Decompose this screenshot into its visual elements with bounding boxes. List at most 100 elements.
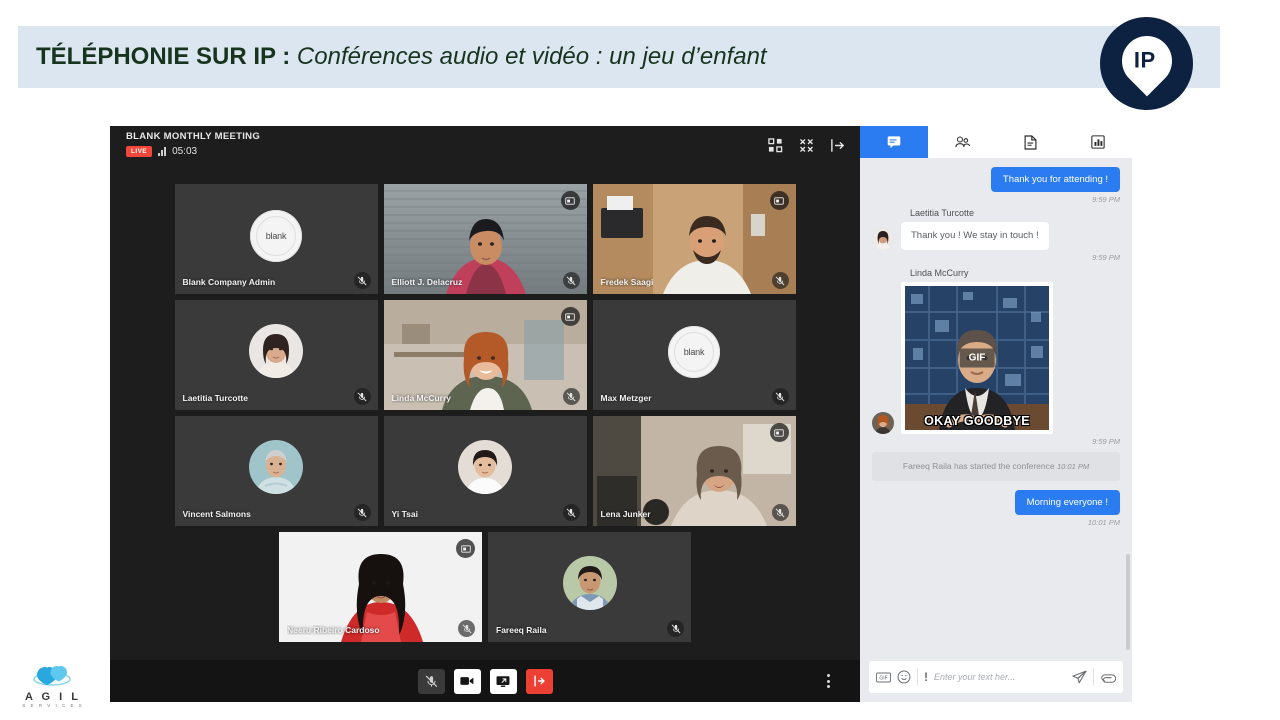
grid-view-icon[interactable] [764, 135, 786, 155]
camera-button[interactable] [453, 668, 481, 694]
mic-muted-icon [667, 620, 684, 637]
chat-scrollbar[interactable] [1126, 554, 1130, 650]
poll-icon [1091, 135, 1105, 149]
priority-button[interactable]: ! [924, 670, 928, 684]
chat-icon [887, 136, 901, 149]
participant-tile[interactable]: blank Blank Company Admin [174, 184, 378, 294]
pin-video-icon[interactable] [560, 191, 580, 210]
chat-text-input[interactable]: Enter your text her... [934, 672, 1066, 682]
agil-wordmark: A G I L [24, 691, 82, 703]
chat-message-outgoing: Morning everyone ! 10:01 PM [872, 489, 1120, 527]
video-conference-app: BLANK MONTHLY MEETING LIVE 05:03 blank B… [110, 126, 1132, 702]
mic-muted-icon [771, 272, 789, 289]
participant-name: Laetitia Turcotte [182, 393, 249, 403]
mic-muted-icon [458, 620, 475, 637]
participant-tile[interactable]: Lena Junker [592, 416, 796, 526]
tile-row: blank Blank Company Admin Elliott J. Del… [174, 184, 796, 294]
collapse-icon[interactable] [795, 135, 817, 155]
mic-muted-icon [562, 388, 580, 405]
pin-video-icon[interactable] [456, 539, 475, 558]
signal-strength-icon [158, 147, 167, 156]
meeting-status: LIVE 05:03 [126, 146, 860, 157]
participant-tile[interactable]: Yi Tsai [383, 416, 587, 526]
mic-muted-icon [353, 388, 371, 405]
svg-text:GIF: GIF [879, 675, 887, 681]
participant-tile[interactable]: Linda McCurry [383, 300, 587, 410]
tile-row: Laetitia Turcotte Linda McCurry blank Ma… [174, 300, 796, 410]
view-tools [764, 135, 848, 155]
gif-badge: GIF [959, 348, 995, 368]
message-bubble: Morning everyone ! [1014, 489, 1120, 515]
live-badge: LIVE [126, 146, 153, 157]
tab-polls[interactable] [1064, 126, 1132, 158]
screen-share-button[interactable] [489, 668, 517, 694]
participant-name: Fredek Saagi [600, 277, 654, 287]
participant-name: Elliott J. Delacruz [391, 277, 463, 287]
participant-tile[interactable]: Fareeq Raila [488, 532, 691, 642]
blank-avatar: blank [250, 209, 302, 262]
chat-input-bar: GIF ! Enter your text her... [860, 656, 1132, 702]
avatar [458, 439, 512, 494]
chat-message-incoming: Laetitia Turcotte Thank you ! We stay in… [872, 208, 1120, 262]
participant-tile[interactable]: Laetitia Turcotte [174, 300, 378, 410]
avatar [249, 439, 303, 494]
message-sender: Laetitia Turcotte [910, 208, 975, 218]
attachment-button[interactable] [1100, 672, 1116, 683]
pin-video-icon[interactable] [560, 307, 580, 326]
chat-panel-tabs [860, 126, 1132, 158]
gif-button[interactable]: GIF [876, 672, 891, 683]
participant-name: Vincent Salmons [182, 509, 251, 519]
page-title-bold: TÉLÉPHONIE SUR IP : [36, 43, 291, 70]
chat-system-message: Fareeq Raila has started the conference … [872, 451, 1120, 481]
avatar [872, 411, 894, 434]
message-bubble: Thank you ! We stay in touch ! [901, 222, 1049, 250]
pin-video-icon[interactable] [769, 191, 789, 210]
participant-name: Fareeq Raila [496, 625, 547, 635]
meeting-controls [110, 660, 860, 702]
message-timestamp: 9:59 PM [1092, 195, 1120, 204]
participant-tile[interactable]: Elliott J. Delacruz [383, 184, 587, 294]
blank-avatar-label: blank [683, 346, 705, 357]
leave-meeting-button[interactable] [525, 668, 553, 694]
agil-tagline: S E R V I C E S [22, 703, 84, 708]
tab-chat[interactable] [860, 126, 928, 158]
meeting-timer: 05:03 [172, 146, 198, 157]
tab-participants[interactable] [928, 126, 996, 158]
message-timestamp: 10:01 PM [1087, 517, 1120, 527]
participant-tile[interactable]: blank Max Metzger [592, 300, 796, 410]
page-title: TÉLÉPHONIE SUR IP : Conférences audio et… [36, 43, 767, 71]
participant-name: Yi Tsai [391, 509, 418, 519]
more-options-button[interactable] [827, 674, 830, 688]
participant-tile[interactable]: Vincent Salmons [174, 416, 378, 526]
participant-name: Lena Junker [600, 509, 651, 519]
meeting-title: BLANK MONTHLY MEETING [126, 131, 261, 142]
mic-muted-icon [353, 272, 371, 289]
microphone-muted-button[interactable] [417, 668, 445, 694]
avatar [562, 555, 617, 610]
participant-tile[interactable]: Fredek Saagi [592, 184, 796, 294]
ip-logo-badge: IP [1100, 17, 1193, 110]
pin-video-icon[interactable] [769, 423, 789, 442]
chat-message-outgoing: Thank you for attending ! 9:59 PM [872, 167, 1120, 204]
participant-name: Max Metzger [600, 393, 652, 403]
gif-attachment[interactable]: GIF OKAY GOODBYE [901, 281, 1053, 434]
system-message-time: 10:01 PM [1056, 461, 1090, 471]
exit-fullscreen-icon[interactable] [826, 135, 848, 155]
divider [917, 668, 918, 686]
system-message-text: Fareeq Raila has started the conference [902, 460, 1055, 471]
mic-muted-icon [771, 388, 789, 405]
participant-tile[interactable]: Neeru Ribeiro Cardoso [279, 532, 482, 642]
send-button[interactable] [1072, 670, 1087, 684]
message-sender: Linda McCurry [910, 267, 969, 278]
participant-name: Linda McCurry [391, 393, 452, 403]
map-pin-icon: IP [1111, 25, 1182, 96]
avatar [872, 227, 894, 250]
ip-badge-label: IP [1133, 46, 1156, 72]
chat-message-list[interactable]: Fareeq Raila has ended the conference 9:… [860, 158, 1132, 656]
emoji-button[interactable] [897, 670, 911, 684]
participant-name: Blank Company Admin [182, 277, 276, 287]
mic-muted-icon [353, 504, 371, 521]
agil-heart-icon [33, 666, 71, 686]
tab-documents[interactable] [996, 126, 1064, 158]
tile-row: Neeru Ribeiro Cardoso Fareeq Raila [279, 532, 691, 642]
